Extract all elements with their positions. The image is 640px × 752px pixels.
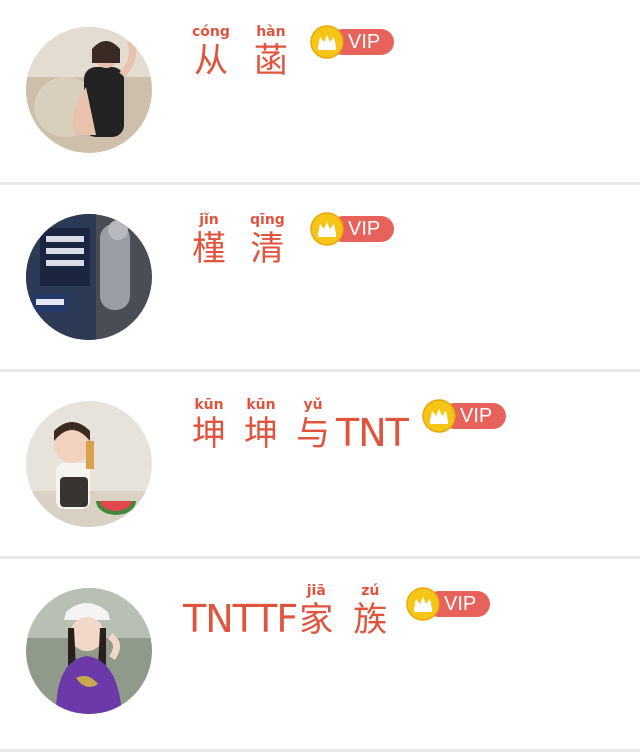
- name-char: cóng 从: [192, 24, 230, 80]
- hanzi: 家: [299, 600, 334, 640]
- name-char: jǐn 槿: [192, 212, 226, 268]
- vip-label: VIP: [460, 405, 493, 427]
- hanzi: 菡: [253, 41, 288, 81]
- username: kūn 坤 kūn 坤 yǔ 与 TNT: [192, 397, 414, 453]
- vip-label: VIP: [348, 31, 381, 53]
- hanzi: 族: [353, 600, 388, 640]
- name-char: kūn 坤: [192, 397, 226, 453]
- avatar[interactable]: [26, 27, 152, 153]
- pinyin: hàn: [256, 24, 286, 40]
- pinyin: zú: [361, 583, 380, 599]
- username: jǐn 槿 qīng 清: [192, 212, 291, 268]
- list-item[interactable]: kūn 坤 kūn 坤 yǔ 与 TNT VIP: [0, 372, 640, 556]
- vip-label: VIP: [348, 218, 381, 240]
- user-list: cóng 从 hàn 菡 VIP jǐn 槿 qīng 清 VIP kūn 坤 …: [0, 0, 640, 752]
- name-prefix: TNTTF: [183, 597, 298, 641]
- name-suffix: TNT: [336, 411, 409, 455]
- vip-badge: VIP: [422, 399, 506, 433]
- pinyin: kūn: [194, 397, 224, 413]
- hanzi: 与: [296, 414, 330, 454]
- name-char: qīng 清: [250, 212, 285, 268]
- hanzi: 从: [193, 41, 228, 81]
- name-char: yǔ 与: [296, 397, 330, 453]
- crown-icon: [422, 399, 456, 433]
- pinyin: jǐn: [199, 212, 219, 228]
- pinyin: kūn: [246, 397, 276, 413]
- vip-badge: VIP: [310, 25, 394, 59]
- list-item[interactable]: jǐn 槿 qīng 清 VIP: [0, 185, 640, 369]
- crown-icon: [406, 587, 440, 621]
- pinyin: cóng: [192, 24, 230, 40]
- avatar[interactable]: [26, 214, 152, 340]
- avatar[interactable]: [26, 588, 152, 714]
- vip-badge: VIP: [310, 212, 394, 246]
- pinyin: qīng: [250, 212, 285, 228]
- vip-label: VIP: [444, 593, 477, 615]
- pinyin: jiā: [306, 583, 326, 599]
- hanzi: 坤: [192, 414, 226, 454]
- name-char: zú 族: [353, 583, 387, 639]
- username: TNTTF jiā 家 zú 族: [183, 583, 393, 639]
- list-item[interactable]: TNTTF jiā 家 zú 族 VIP: [0, 559, 640, 752]
- name-char: hàn 菡: [254, 24, 288, 80]
- vip-badge: VIP: [406, 587, 490, 621]
- pinyin: yǔ: [303, 397, 323, 413]
- avatar[interactable]: [26, 401, 152, 527]
- crown-icon: [310, 212, 344, 246]
- name-char: jiā 家: [299, 583, 333, 639]
- hanzi: 坤: [244, 414, 278, 454]
- hanzi: 清: [250, 229, 285, 269]
- hanzi: 槿: [192, 229, 226, 269]
- username: cóng 从 hàn 菡: [192, 24, 294, 80]
- name-char: kūn 坤: [244, 397, 278, 453]
- crown-icon: [310, 25, 344, 59]
- list-item[interactable]: cóng 从 hàn 菡 VIP: [0, 0, 640, 184]
